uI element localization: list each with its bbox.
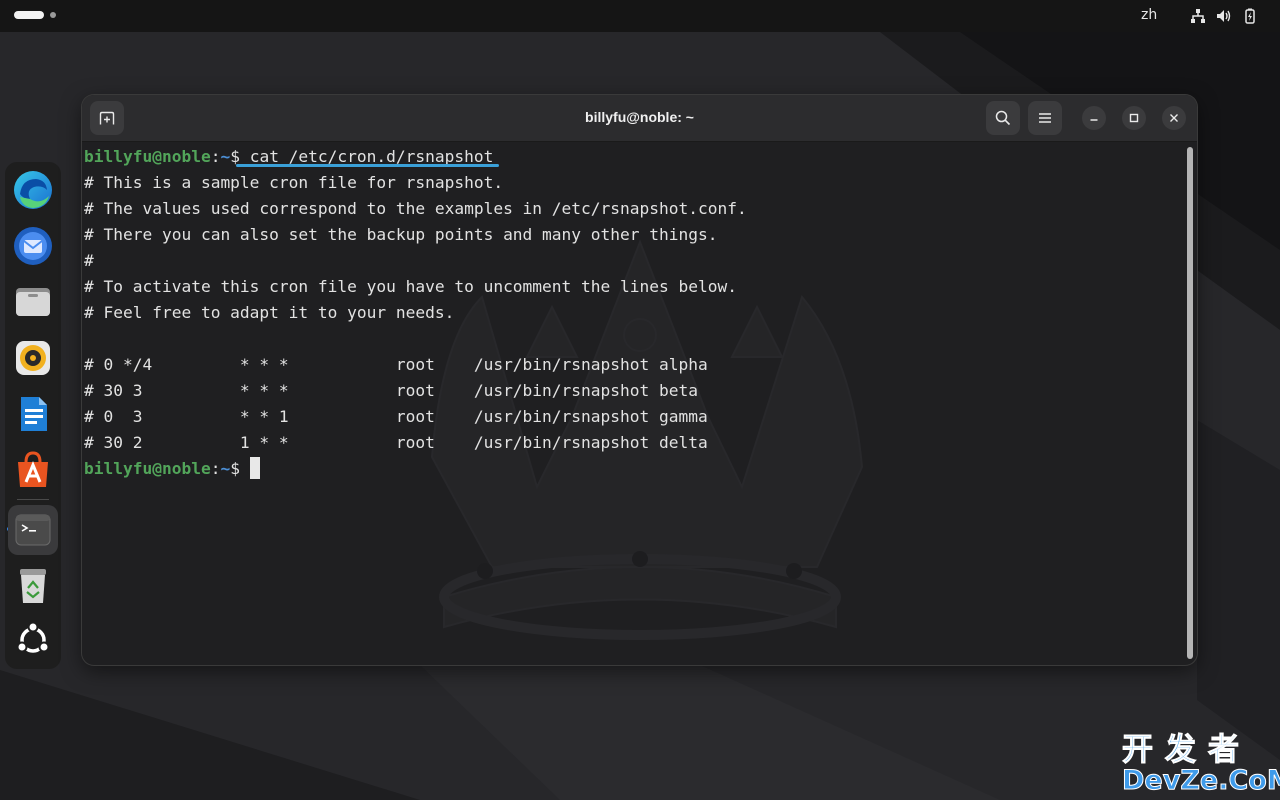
workspace-active-indicator <box>14 11 44 19</box>
terminal-scrollbar[interactable] <box>1187 147 1193 659</box>
menu-button[interactable] <box>1028 101 1062 135</box>
dock <box>5 162 61 669</box>
command-underline <box>235 164 500 167</box>
system-tray[interactable] <box>1190 8 1258 24</box>
command-line: billyfu@noble:~$ cat /etc/cron.d/rsnapsh… <box>84 144 747 170</box>
dock-show-apps[interactable] <box>11 618 55 662</box>
output-line: # The values used correspond to the exam… <box>84 199 747 218</box>
terminal-output: billyfu@noble:~$ cat /etc/cron.d/rsnapsh… <box>84 144 747 482</box>
dock-app-terminal[interactable] <box>8 505 58 555</box>
volume-icon <box>1217 10 1231 22</box>
header-bar[interactable]: billyfu@noble: ~ <box>82 95 1197 142</box>
prompt-path: ~ <box>220 459 231 478</box>
dock-app-rhythmbox[interactable] <box>11 336 55 380</box>
battery-icon <box>1245 8 1255 24</box>
watermark-chinese-text: 开发者 <box>1122 732 1251 768</box>
prompt-path: ~ <box>220 147 231 166</box>
prompt-colon: : <box>210 459 221 478</box>
ubuntu-icon <box>16 622 50 653</box>
terminal-area[interactable]: billyfu@noble:~$ cat /etc/cron.d/rsnapsh… <box>82 142 1193 665</box>
dock-separator <box>17 499 49 500</box>
hamburger-menu-icon <box>1039 113 1051 123</box>
minimize-icon <box>1090 119 1098 121</box>
rhythmbox-icon <box>16 341 50 375</box>
prompt-colon: : <box>210 147 221 166</box>
output-line: # 0 3 * * 1 root /usr/bin/rsnapshot gamm… <box>84 407 708 426</box>
command-text: cat /etc/cron.d/rsnapshot <box>235 147 500 167</box>
prompt-symbol: $ <box>230 459 250 478</box>
text-cursor <box>249 457 260 479</box>
search-icon <box>995 110 1011 126</box>
dock-app-trash[interactable] <box>11 564 55 608</box>
network-icon <box>1191 9 1205 23</box>
output-line: # <box>84 251 94 270</box>
output-line: # 0 */4 * * * root /usr/bin/rsnapshot al… <box>84 355 708 374</box>
trash-icon <box>20 569 46 603</box>
files-icon <box>16 288 50 316</box>
dock-app-thunderbird[interactable] <box>11 224 55 268</box>
prompt-user: billyfu@noble <box>84 459 211 478</box>
maximize-button[interactable] <box>1122 106 1146 130</box>
dock-app-center[interactable] <box>11 448 55 492</box>
minimize-button[interactable] <box>1082 106 1106 130</box>
output-line: # Feel free to adapt it to your needs. <box>84 303 455 322</box>
activities-button[interactable] <box>14 11 56 19</box>
prompt-user: billyfu@noble <box>84 147 211 166</box>
search-button[interactable] <box>986 101 1020 135</box>
workspace-indicator <box>50 12 56 18</box>
edge-icon <box>14 171 52 209</box>
output-line: # This is a sample cron file for rsnapsh… <box>84 173 504 192</box>
output-line: # There you can also set the backup poin… <box>84 225 718 244</box>
terminal-icon <box>15 514 51 546</box>
top-bar: zh <box>0 0 1280 32</box>
output-line: # 30 2 1 * * root /usr/bin/rsnapshot del… <box>84 433 708 452</box>
maximize-icon <box>1129 113 1139 123</box>
close-button[interactable] <box>1162 106 1186 130</box>
watermark-latin-text: DevZe.CoM <box>1122 765 1280 796</box>
thunderbird-icon <box>14 227 52 265</box>
app-center-icon <box>18 451 48 487</box>
dock-app-edge[interactable] <box>11 168 55 212</box>
dock-app-files[interactable] <box>11 280 55 324</box>
close-icon <box>1170 114 1178 122</box>
output-line: # To activate this cron file you have to… <box>84 277 737 296</box>
site-watermark: 开发者 DevZe.CoM <box>1122 732 1280 796</box>
prompt-line[interactable]: billyfu@noble:~$ <box>84 456 747 482</box>
terminal-window: billyfu@noble: ~ billyfu@noble:~$ cat /e… <box>82 95 1197 665</box>
output-line: # 30 3 * * * root /usr/bin/rsnapshot bet… <box>84 381 698 400</box>
dock-app-writer[interactable] <box>11 392 55 436</box>
writer-icon <box>21 397 47 431</box>
input-language-indicator[interactable]: zh <box>1141 7 1157 23</box>
